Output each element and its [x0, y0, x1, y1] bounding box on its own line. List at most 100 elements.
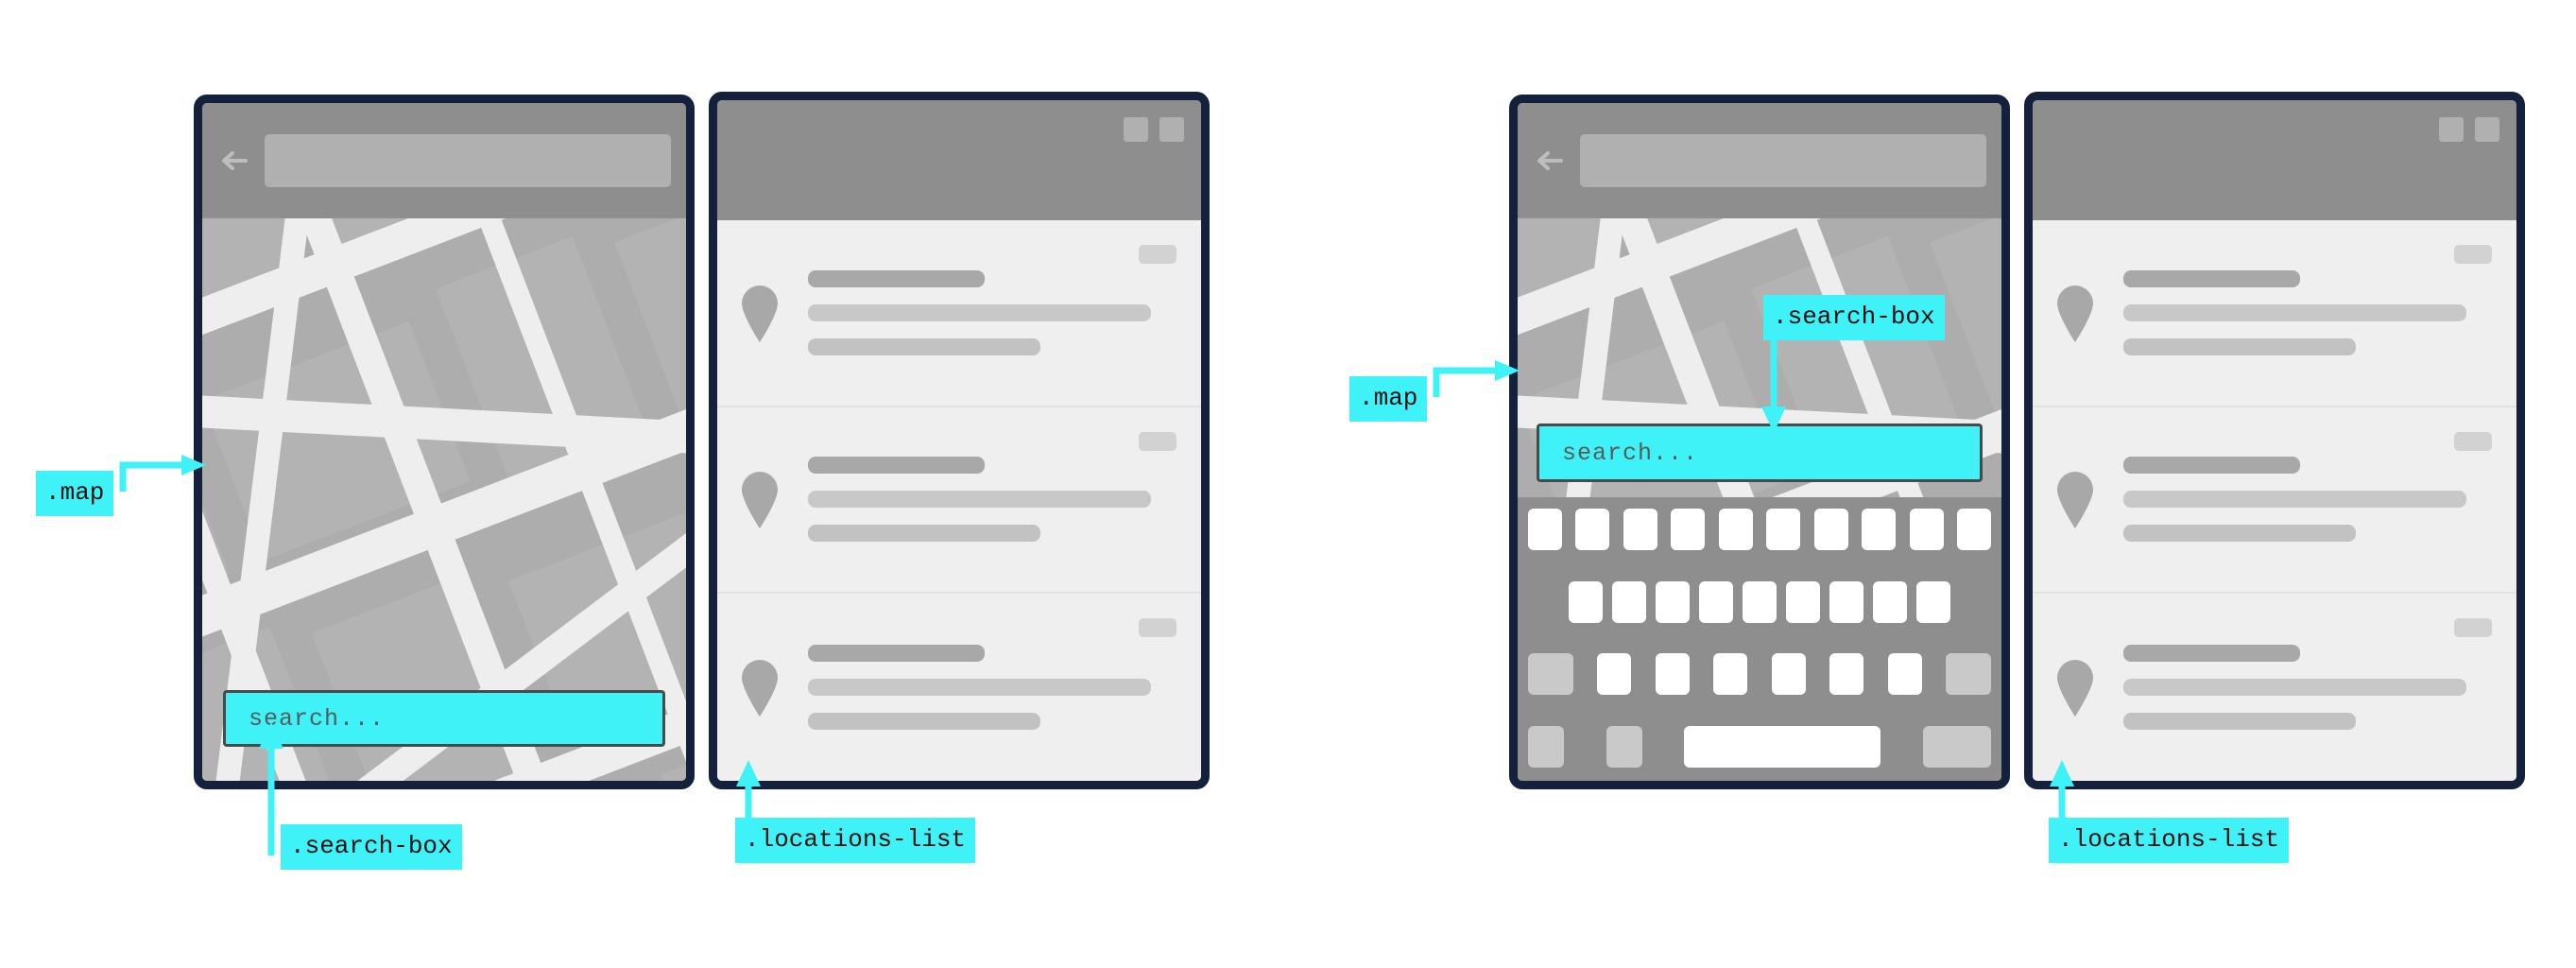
keyboard-emoji-key[interactable] — [1606, 725, 1642, 768]
status-badge — [2454, 431, 2492, 451]
list-item-detail-placeholder — [808, 713, 1040, 731]
annotation-search-box-left: .search-box — [281, 824, 462, 870]
keyboard-key[interactable] — [1813, 509, 1848, 550]
list-item-title-placeholder — [2123, 645, 2301, 663]
keyboard-key[interactable] — [1597, 653, 1632, 696]
app-bar-input-placeholder[interactable] — [265, 134, 671, 187]
keyboard-key[interactable] — [1575, 509, 1610, 550]
annotation-map-right: .map — [1349, 376, 1428, 422]
list-item[interactable] — [2033, 220, 2516, 407]
keyboard-key[interactable] — [1829, 653, 1864, 696]
keyboard-key[interactable] — [1699, 580, 1733, 623]
keyboard-backspace-key[interactable] — [1945, 653, 1991, 696]
keyboard-key[interactable] — [1528, 509, 1562, 550]
mockup-canvas: search... search... .map .search-box .lo… — [0, 0, 2576, 968]
keyboard-key[interactable] — [1786, 580, 1820, 623]
list-item[interactable] — [2033, 407, 2516, 595]
keyboard-key[interactable] — [1909, 509, 1944, 550]
keyboard-key[interactable] — [1569, 580, 1603, 623]
keyboard-symbols-key[interactable] — [1528, 725, 1564, 768]
header-square-icon[interactable] — [1159, 117, 1184, 142]
connector-search-box-right — [1761, 333, 1786, 433]
annotation-search-box-right: .search-box — [1763, 295, 1945, 340]
keyboard-row — [1528, 653, 1991, 696]
phone-screen: search... — [1518, 103, 2001, 781]
app-bar — [202, 103, 686, 218]
list-item-detail-placeholder — [2123, 337, 2356, 355]
back-arrow-icon[interactable] — [1533, 145, 1571, 177]
list-item[interactable] — [717, 407, 1201, 595]
list-item-subtitle-placeholder — [808, 491, 1151, 509]
keyboard-key[interactable] — [1612, 580, 1646, 623]
map-pin-icon — [738, 658, 781, 717]
list-item-text-lines — [2123, 269, 2492, 355]
connector-map-right — [1433, 360, 1520, 397]
list-header — [2033, 100, 2516, 220]
phone-map-keyboard: search... — [1509, 95, 2010, 789]
list-item-detail-placeholder — [2123, 525, 2356, 543]
keyboard-key[interactable] — [1743, 580, 1777, 623]
keyboard-key[interactable] — [1873, 580, 1907, 623]
list-screen — [2033, 100, 2516, 781]
keyboard-key[interactable] — [1718, 509, 1753, 550]
list-item[interactable] — [717, 594, 1201, 781]
keyboard-row — [1528, 509, 1991, 550]
list-item-title-placeholder — [808, 645, 986, 663]
list-item-detail-placeholder — [808, 337, 1040, 355]
header-square-icon[interactable] — [2439, 117, 2464, 142]
list-item-title-placeholder — [808, 457, 986, 475]
list-screen — [717, 100, 1201, 781]
list-item-subtitle-placeholder — [2123, 491, 2466, 509]
annotation-locations-list-left: .locations-list — [735, 818, 976, 863]
header-square-icon[interactable] — [2475, 117, 2499, 142]
list-item-text-lines — [808, 457, 1176, 543]
map-pin-icon — [738, 284, 781, 342]
annotation-locations-list-right: .locations-list — [2049, 818, 2290, 863]
keyboard-key[interactable] — [1956, 509, 1991, 550]
keyboard-key[interactable] — [1656, 580, 1690, 623]
keyboard-key[interactable] — [1655, 653, 1690, 696]
app-bar — [1518, 103, 2001, 218]
list-panel-right — [2024, 92, 2525, 789]
annotation-map-left: .map — [36, 471, 114, 516]
list-item[interactable] — [717, 220, 1201, 407]
on-screen-keyboard[interactable] — [1518, 497, 2001, 781]
keyboard-key[interactable] — [1671, 509, 1706, 550]
map-pin-icon — [738, 470, 781, 529]
list-item-text-lines — [2123, 645, 2492, 731]
list-item-text-lines — [808, 269, 1176, 355]
keyboard-key[interactable] — [1771, 653, 1806, 696]
status-badge — [2454, 618, 2492, 638]
keyboard-key[interactable] — [1829, 580, 1863, 623]
list-item-text-lines — [808, 645, 1176, 731]
keyboard-space-key[interactable] — [1684, 725, 1881, 768]
locations-list[interactable] — [2033, 220, 2516, 781]
connector-map-left — [119, 455, 206, 492]
phone-map-collapsed: search... — [194, 95, 695, 789]
header-square-icon[interactable] — [1124, 117, 1148, 142]
list-item-subtitle-placeholder — [808, 679, 1151, 697]
list-item-title-placeholder — [2123, 457, 2301, 475]
list-header — [717, 100, 1201, 220]
list-item-subtitle-placeholder — [808, 303, 1151, 321]
list-item-detail-placeholder — [2123, 713, 2356, 731]
keyboard-key[interactable] — [1862, 509, 1897, 550]
keyboard-shift-key[interactable] — [1528, 653, 1573, 696]
list-item-text-lines — [2123, 457, 2492, 543]
search-box-placeholder: search... — [1562, 439, 1699, 467]
back-arrow-icon[interactable] — [217, 145, 255, 177]
list-item[interactable] — [2033, 594, 2516, 781]
keyboard-key[interactable] — [1623, 509, 1657, 550]
status-badge — [1139, 245, 1176, 264]
map-pin-icon — [2053, 658, 2097, 717]
keyboard-key[interactable] — [1766, 509, 1801, 550]
keyboard-enter-key[interactable] — [1922, 725, 1991, 768]
list-item-subtitle-placeholder — [2123, 679, 2466, 697]
keyboard-row — [1528, 725, 1991, 768]
app-bar-input-placeholder[interactable] — [1580, 134, 1986, 187]
keyboard-key[interactable] — [1916, 580, 1950, 623]
keyboard-key[interactable] — [1887, 653, 1922, 696]
list-item-title-placeholder — [2123, 269, 2301, 287]
locations-list[interactable] — [717, 220, 1201, 781]
keyboard-key[interactable] — [1713, 653, 1748, 696]
